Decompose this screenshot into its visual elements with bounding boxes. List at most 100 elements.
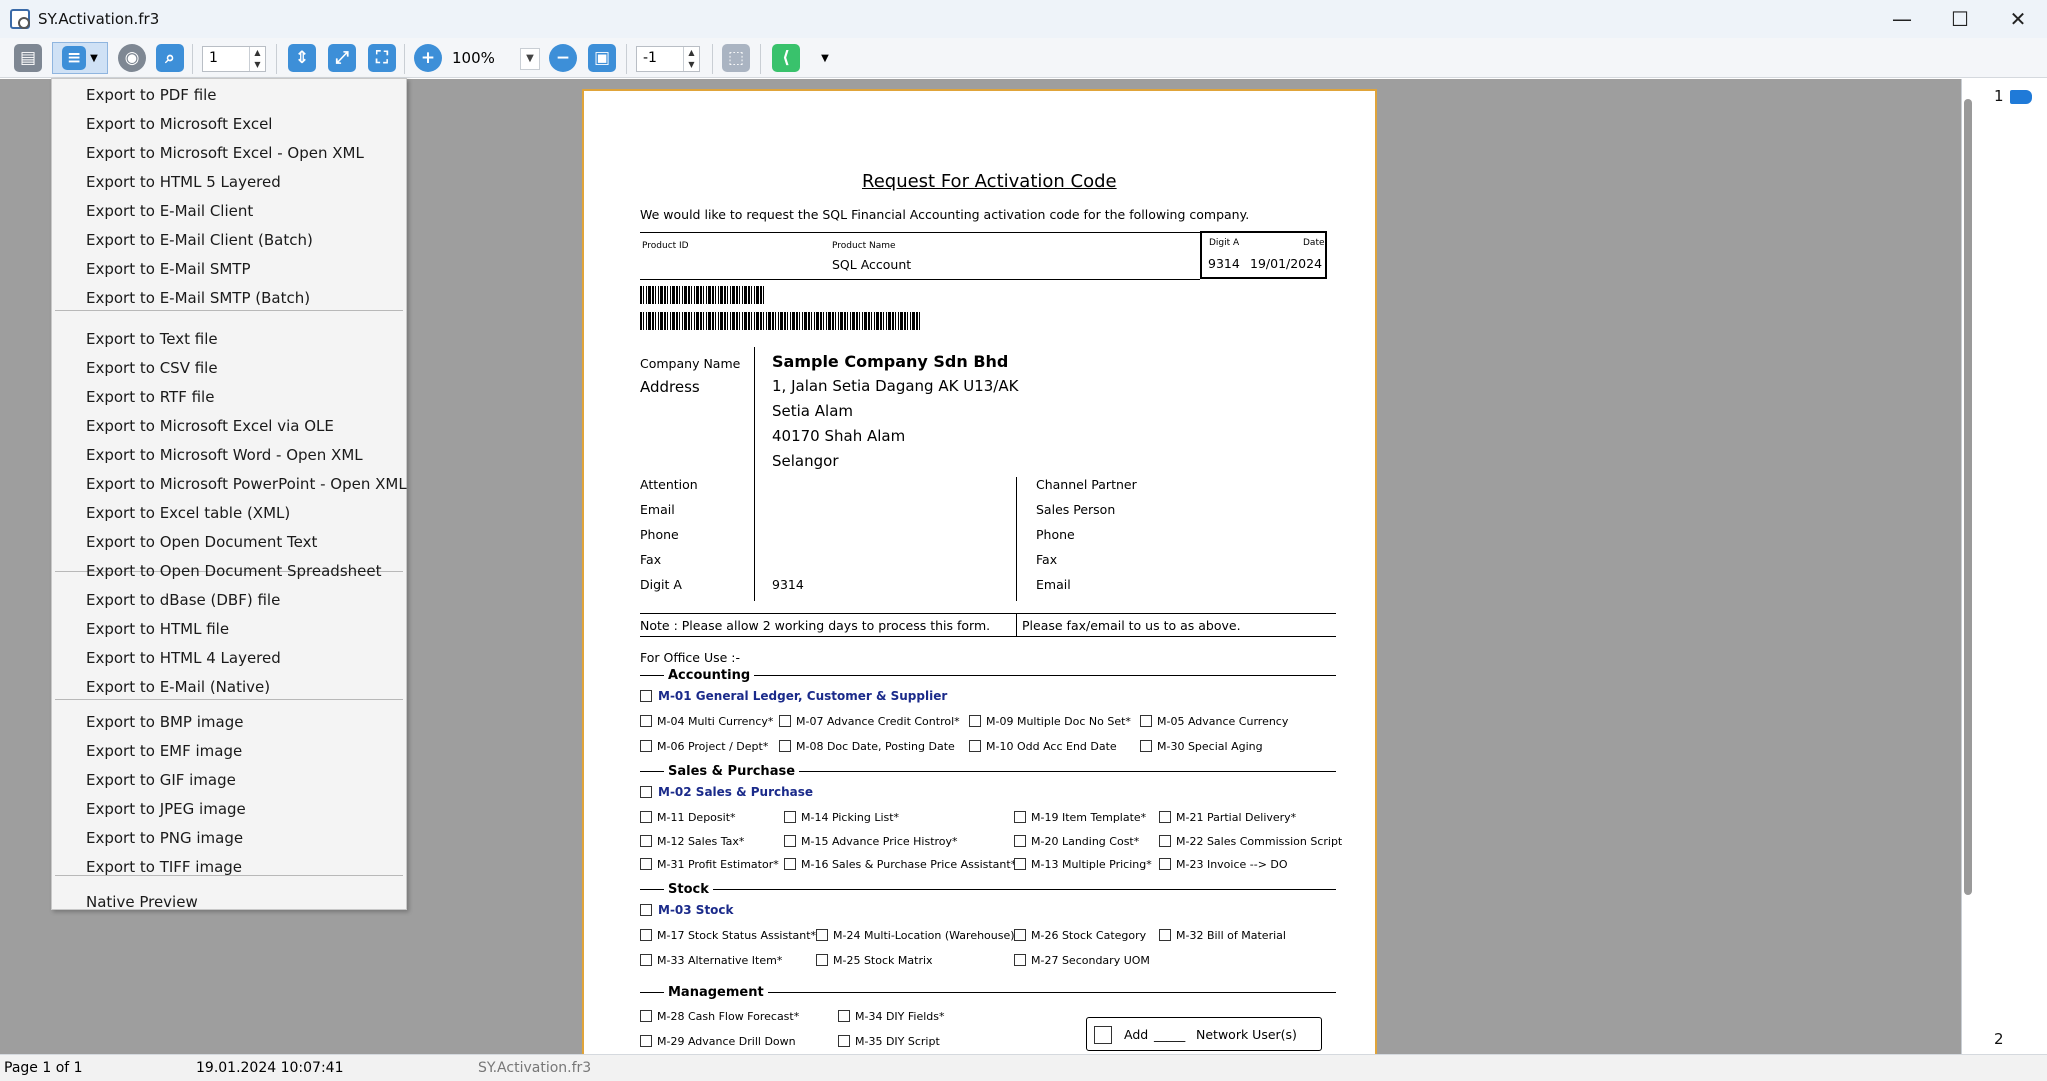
report-page: Request For Activation Code We would lik… bbox=[582, 89, 1377, 1059]
page-settings-button[interactable]: ▣ bbox=[586, 42, 618, 74]
module-checkbox[interactable] bbox=[640, 858, 652, 870]
menu-item[interactable]: Export to E-Mail SMTP bbox=[86, 260, 251, 278]
module-checkbox[interactable] bbox=[816, 929, 828, 941]
module-checkbox[interactable] bbox=[640, 929, 652, 941]
module-checkbox[interactable] bbox=[779, 715, 791, 727]
page-spinner[interactable]: ▲ ▼ bbox=[249, 47, 265, 71]
stock-main-checkbox[interactable] bbox=[640, 904, 652, 916]
module-checkbox[interactable] bbox=[1014, 811, 1026, 823]
menu-item[interactable]: Export to Excel table (XML) bbox=[86, 504, 290, 522]
maximize-button[interactable]: ☐ bbox=[1931, 0, 1989, 38]
menu-item[interactable]: Export to E-Mail Client bbox=[86, 202, 253, 220]
find-button[interactable]: ⌕ bbox=[154, 42, 186, 74]
menu-item[interactable]: Export to E-Mail (Native) bbox=[86, 678, 270, 696]
module-checkbox[interactable] bbox=[779, 740, 791, 752]
bookmark-icon[interactable] bbox=[2010, 90, 2032, 104]
menu-item[interactable]: Export to RTF file bbox=[86, 388, 214, 406]
menu-item[interactable]: Export to Microsoft Word - Open XML bbox=[86, 446, 363, 464]
menu-item[interactable]: Export to PNG image bbox=[86, 829, 243, 847]
module-checkbox[interactable] bbox=[838, 1035, 850, 1047]
module-checkbox[interactable] bbox=[1140, 715, 1152, 727]
zoom-dropdown-icon[interactable]: ▼ bbox=[520, 48, 540, 70]
menu-item[interactable]: Export to GIF image bbox=[86, 771, 236, 789]
zoom-out-icon: − bbox=[549, 44, 577, 72]
zoom-out-button[interactable]: − bbox=[547, 42, 579, 74]
menu-item[interactable]: Export to BMP image bbox=[86, 713, 243, 731]
module-checkbox[interactable] bbox=[1014, 929, 1026, 941]
menu-item[interactable]: Export to Microsoft Excel via OLE bbox=[86, 417, 334, 435]
select-button[interactable]: ⬚ bbox=[720, 42, 752, 74]
menu-item[interactable]: Export to TIFF image bbox=[86, 858, 242, 876]
offset-spinner[interactable]: ▲ ▼ bbox=[683, 47, 699, 71]
menu-item[interactable]: Export to Microsoft Excel bbox=[86, 115, 272, 133]
page-offset-input[interactable]: -1 ▲ ▼ bbox=[636, 46, 700, 72]
sales-main-checkbox[interactable] bbox=[640, 786, 652, 798]
menu-item[interactable]: Export to Text file bbox=[86, 330, 218, 348]
menu-item[interactable]: Export to HTML 5 Layered bbox=[86, 173, 281, 191]
fullscreen-button[interactable]: ⛶ bbox=[366, 42, 398, 74]
menu-item[interactable]: Export to HTML file bbox=[86, 620, 229, 638]
module-checkbox[interactable] bbox=[838, 1010, 850, 1022]
module-checkbox[interactable] bbox=[1159, 811, 1171, 823]
export-button[interactable]: ≡ ▼ bbox=[52, 42, 108, 74]
menu-item[interactable]: Export to Microsoft Excel - Open XML bbox=[86, 144, 364, 162]
menu-item[interactable]: Export to E-Mail Client (Batch) bbox=[86, 231, 313, 249]
module-checkbox[interactable] bbox=[1140, 740, 1152, 752]
module-checkbox[interactable] bbox=[640, 715, 652, 727]
module-checkbox[interactable] bbox=[640, 1010, 652, 1022]
whole-page-button[interactable]: ⤢ bbox=[326, 42, 358, 74]
menu-item[interactable]: Export to dBase (DBF) file bbox=[86, 591, 280, 609]
module-checkbox[interactable] bbox=[640, 1035, 652, 1047]
menu-item[interactable]: Export to HTML 4 Layered bbox=[86, 649, 281, 667]
preview-toggle-button[interactable]: ◉ bbox=[116, 42, 148, 74]
menu-item[interactable]: Export to EMF image bbox=[86, 742, 242, 760]
more-dropdown-icon[interactable]: ▼ bbox=[812, 42, 838, 74]
module-label: M-04 Multi Currency* bbox=[657, 715, 774, 728]
module-checkbox[interactable] bbox=[784, 858, 796, 870]
email-label: Email bbox=[640, 502, 675, 517]
accounting-main-module: M-01 General Ledger, Customer & Supplier bbox=[658, 689, 948, 703]
module-checkbox[interactable] bbox=[1159, 929, 1171, 941]
module-checkbox[interactable] bbox=[640, 954, 652, 966]
module-checkbox[interactable] bbox=[784, 811, 796, 823]
module-checkbox[interactable] bbox=[1014, 858, 1026, 870]
status-file: SY.Activation.fr3 bbox=[478, 1060, 592, 1076]
module-label: M-22 Sales Commission Script bbox=[1176, 835, 1343, 848]
module-checkbox[interactable] bbox=[1014, 954, 1026, 966]
close-button[interactable]: ✕ bbox=[1989, 0, 2047, 38]
expand-icon: ⤢ bbox=[328, 44, 356, 72]
menu-item[interactable]: Export to Open Document Spreadsheet bbox=[86, 562, 382, 580]
menu-item[interactable]: Export to Open Document Text bbox=[86, 533, 317, 551]
module-label: M-14 Picking List* bbox=[801, 811, 900, 824]
module-checkbox[interactable] bbox=[1159, 835, 1171, 847]
page-number-input[interactable]: 1 ▲ ▼ bbox=[202, 46, 266, 72]
page-width-button[interactable]: ⇕ bbox=[286, 42, 318, 74]
minimize-button[interactable]: — bbox=[1873, 0, 1931, 38]
menu-item[interactable]: Export to PDF file bbox=[86, 86, 217, 104]
module-checkbox[interactable] bbox=[816, 954, 828, 966]
menu-item[interactable]: Export to E-Mail SMTP (Batch) bbox=[86, 289, 310, 307]
share-button[interactable]: ⟨ bbox=[770, 42, 802, 74]
module-checkbox[interactable] bbox=[969, 740, 981, 752]
menu-item[interactable]: Export to JPEG image bbox=[86, 800, 246, 818]
module-label: M-20 Landing Cost* bbox=[1031, 835, 1140, 848]
zoom-in-button[interactable]: + bbox=[412, 42, 444, 74]
module-checkbox[interactable] bbox=[640, 811, 652, 823]
menu-item[interactable]: Native Preview bbox=[86, 893, 198, 911]
accounting-main-checkbox[interactable] bbox=[640, 690, 652, 702]
module-checkbox[interactable] bbox=[1159, 858, 1171, 870]
module-checkbox[interactable] bbox=[969, 715, 981, 727]
vertical-scrollbar[interactable] bbox=[1964, 99, 1972, 895]
barcode-1 bbox=[640, 286, 766, 304]
print-button[interactable]: ▤ bbox=[12, 42, 44, 74]
page-width-icon: ⇕ bbox=[288, 44, 316, 72]
menu-item[interactable]: Export to CSV file bbox=[86, 359, 218, 377]
module-label: M-15 Advance Price Histroy* bbox=[801, 835, 958, 848]
module-checkbox[interactable] bbox=[1014, 835, 1026, 847]
module-checkbox[interactable] bbox=[640, 835, 652, 847]
add-users-checkbox[interactable] bbox=[1094, 1026, 1112, 1044]
menu-item[interactable]: Export to Microsoft PowerPoint - Open XM… bbox=[86, 475, 407, 493]
module-checkbox[interactable] bbox=[640, 740, 652, 752]
module-checkbox[interactable] bbox=[784, 835, 796, 847]
stock-main-module: M-03 Stock bbox=[658, 903, 734, 917]
